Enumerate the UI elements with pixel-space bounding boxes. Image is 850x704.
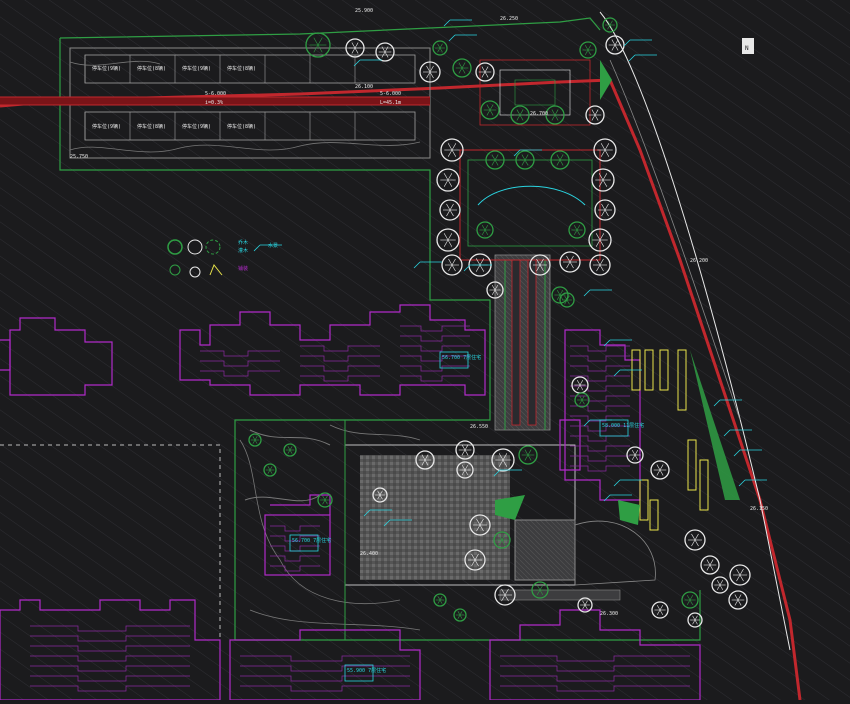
- road-label: L=45.1m: [380, 100, 401, 106]
- parking-label: 停车位(8辆): [227, 65, 256, 72]
- north-label: N: [745, 45, 749, 52]
- building-tag: 55.900 7层住宅: [347, 667, 386, 674]
- legend-label: 灌木: [238, 247, 248, 254]
- road-label: i=0.3%: [205, 100, 223, 106]
- site-plan-svg: N 停车位(9辆) 停车位(8辆) 停车位(9辆) 停车位(8辆) 停车位(9辆…: [0, 0, 850, 701]
- elevation-label: 26.550: [470, 424, 488, 430]
- parking-label: 停车位(9辆): [182, 65, 211, 72]
- elevation-label: 26.400: [360, 551, 378, 557]
- building-tag: 56.700 7层住宅: [442, 354, 481, 361]
- road-label: 5-6.000: [205, 91, 226, 97]
- building-tag: 56.700 7层住宅: [292, 537, 331, 544]
- legend-label: 铺装: [238, 265, 248, 272]
- parking-label: 停车位(9辆): [92, 123, 121, 130]
- parking-label: 停车位(8辆): [137, 123, 166, 130]
- parking-label: 停车位(9辆): [182, 123, 211, 130]
- building-tag: 58.000 11层住宅: [602, 422, 644, 429]
- central-promenade: [494, 254, 551, 431]
- road-label: 5-6.000: [380, 91, 401, 97]
- elevation-label: 26.300: [600, 611, 618, 617]
- legend-label: 乔木: [238, 239, 248, 246]
- elevation-label: 26.250: [500, 16, 518, 22]
- parking-label: 停车位(9辆): [92, 65, 121, 72]
- elevation-label: 26.150: [750, 506, 768, 512]
- elevation-label: 26.200: [690, 258, 708, 264]
- elevation-label: 26.100: [355, 84, 373, 90]
- legend-label: 水景: [268, 242, 278, 249]
- parking-label: 停车位(8辆): [227, 123, 256, 130]
- cad-drawing-canvas[interactable]: N 停车位(9辆) 停车位(8辆) 停车位(9辆) 停车位(8辆) 停车位(9辆…: [0, 0, 850, 701]
- parking-label: 停车位(8辆): [137, 65, 166, 72]
- elevation-label: 25.750: [70, 154, 88, 160]
- elevation-label: 25.900: [355, 8, 373, 14]
- elevation-label: 26.700: [530, 111, 548, 117]
- north-arrow-icon: N: [742, 38, 754, 54]
